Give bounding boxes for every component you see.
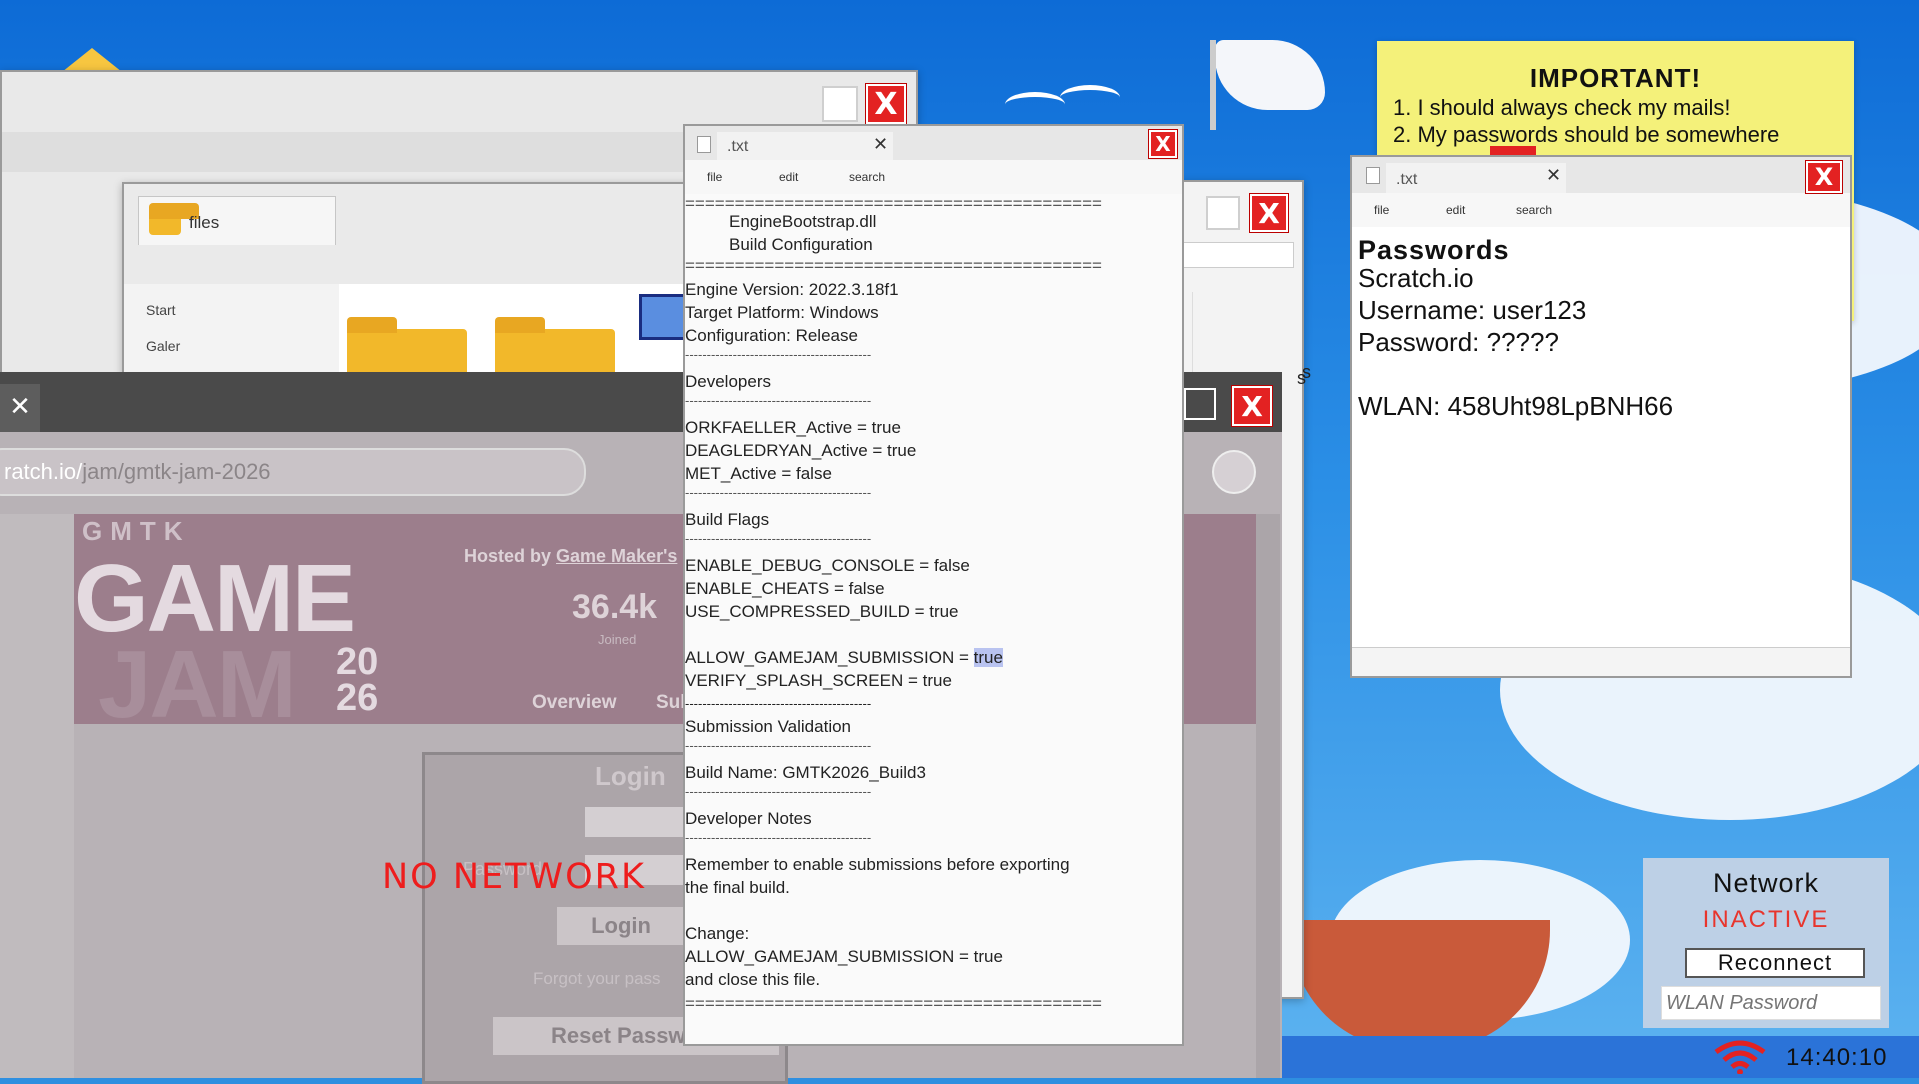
close-button[interactable]: X (1806, 161, 1842, 193)
joined-label: Joined (598, 632, 637, 647)
file-icon (697, 136, 711, 153)
dev-line-2: DEAGLEDRYAN_Active = true (685, 441, 917, 460)
cat-ears-decoration (62, 48, 122, 72)
tab-close-icon[interactable]: ✕ (1546, 165, 1561, 186)
close-button[interactable]: X (866, 84, 906, 124)
wifi-icon[interactable] (1710, 1040, 1770, 1075)
file-content[interactable]: ========================================… (685, 194, 1182, 1044)
passwords-title: Passwords (1358, 235, 1510, 265)
bird-decoration (1060, 85, 1120, 110)
config-title-1: EngineBootstrap.dll (729, 212, 877, 231)
nav-submissions[interactable]: Sul (656, 692, 686, 714)
no-network-message: NO NETWORK (382, 857, 646, 897)
sidebar-item-gallery[interactable]: Galer (146, 338, 180, 354)
close-button[interactable]: X (1149, 130, 1177, 158)
menu-edit[interactable]: edit (779, 170, 798, 184)
passwords-text-window: .txt ✕ X file edit search Passwords Scra… (1350, 155, 1852, 678)
tab-files[interactable]: files (138, 196, 336, 245)
ship-mast-decoration (1210, 40, 1216, 130)
build-name: Build Name: GMTK2026_Build3 (685, 763, 926, 782)
address-bar[interactable]: ratch.io/jam/gmtk-jam-2026 (0, 448, 586, 496)
config-text-window: .txt ✕ X file edit search ==============… (683, 124, 1184, 1046)
tab-label: files (189, 213, 220, 232)
file-tab[interactable]: .txt ✕ (717, 132, 893, 160)
file-tab-label: .txt (1396, 171, 1418, 188)
sticky-line-1: 1. I should always check my mails! (1393, 95, 1731, 120)
year-logo: 20 26 (336, 641, 379, 719)
maximize-button[interactable] (1184, 388, 1216, 420)
network-widget: Network INACTIVE Reconnect (1643, 858, 1889, 1028)
build-flags-header: Build Flags (685, 510, 770, 529)
developers-header: Developers (685, 372, 771, 391)
sidebar: Start Galer (124, 284, 339, 384)
flag-line-5: VERIFY_SPLASH_SCREEN = true (685, 671, 952, 690)
config-title-2: Build Configuration (729, 235, 873, 254)
network-title: Network (1712, 868, 1820, 898)
hosted-by: Hosted by Game Maker's (464, 546, 678, 566)
address-path: jam/gmtk-jam-2026 (82, 459, 271, 484)
change-line-1: ALLOW_GAMEJAM_SUBMISSION = true (685, 947, 1003, 966)
sticky-title: IMPORTANT! (1529, 63, 1702, 93)
engine-version: Engine Version: 2022.3.18f1 (685, 280, 899, 299)
notes-header: Developer Notes (685, 809, 812, 828)
menu-search[interactable]: search (1516, 203, 1552, 217)
change-line-2: and close this file. (685, 970, 821, 989)
sticky-line-2: 2. My passwords should be somewhere (1393, 122, 1780, 147)
hosted-link[interactable]: Game Maker's (556, 546, 677, 566)
configuration: Configuration: Release (685, 326, 858, 345)
wlan-password-input[interactable] (1661, 986, 1881, 1020)
tab-close-icon[interactable]: ✕ (0, 384, 40, 432)
change-label: Change: (685, 924, 750, 943)
password-line: Password: ????? (1358, 327, 1559, 357)
forgot-password-link[interactable]: Forgot your pass (533, 969, 661, 989)
address-host: ratch.io/ (4, 459, 83, 484)
validation-header: Submission Validation (685, 717, 851, 736)
network-status: INACTIVE (1702, 906, 1830, 933)
reconnect-button[interactable]: Reconnect (1685, 948, 1865, 978)
flag-line-4: ALLOW_GAMEJAM_SUBMISSION = true (685, 648, 1003, 667)
target-platform: Target Platform: Windows (685, 303, 879, 322)
site-line: Scratch.io (1358, 263, 1474, 293)
taskbar: 14:40:10 (1282, 1036, 1919, 1078)
flag-line-1: ENABLE_DEBUG_CONSOLE = false (685, 556, 970, 575)
close-button[interactable]: X (1232, 386, 1272, 426)
close-button[interactable]: X (1250, 194, 1288, 232)
note-line-1: Remember to enable submissions before ex… (685, 855, 1070, 874)
wlan-line: WLAN: 458Uht98LpBNH66 (1358, 391, 1674, 421)
window-header: .txt ✕ X (685, 126, 1182, 160)
note-line-2: the final build. (685, 878, 790, 897)
gmtk-logo: GMTK (82, 516, 191, 546)
joined-count: 36.4k (572, 588, 658, 626)
tab-close-icon[interactable]: ✕ (873, 134, 888, 155)
folder-icon (149, 203, 199, 235)
dev-line-1: ORKFAELLER_Active = true (685, 418, 901, 437)
window-header: .txt ✕ X (1352, 157, 1850, 193)
file-tab[interactable]: .txt ✕ (1386, 163, 1566, 193)
menu-search[interactable]: search (849, 170, 885, 184)
login-button[interactable]: Login (557, 907, 685, 945)
maximize-button[interactable] (1206, 196, 1240, 230)
selected-text[interactable]: true (973, 648, 1003, 667)
menu-file[interactable]: file (1374, 203, 1389, 217)
user-avatar-icon[interactable] (1212, 450, 1256, 494)
sidebar-item-start[interactable]: Start (146, 302, 176, 318)
bird-decoration (1005, 92, 1065, 117)
nav-overview[interactable]: Overview (532, 692, 617, 714)
scrollbar[interactable] (1256, 514, 1280, 1078)
file-tab-label: .txt (727, 138, 749, 155)
flag-line-2: ENABLE_CHEATS = false (685, 579, 885, 598)
menu-edit[interactable]: edit (1446, 203, 1465, 217)
background-window-text: s (1297, 368, 1306, 388)
flag-line-3: USE_COMPRESSED_BUILD = true (685, 602, 959, 621)
clock: 14:40:10 (1786, 1044, 1888, 1071)
status-bar (1352, 647, 1850, 676)
maximize-button[interactable] (822, 86, 858, 122)
menu-file[interactable]: file (707, 170, 722, 184)
username-line: Username: user123 (1358, 295, 1587, 325)
login-title: Login (595, 761, 666, 791)
file-icon (1366, 167, 1380, 184)
file-content[interactable]: Passwords Scratch.io Username: user123 P… (1352, 227, 1850, 647)
dev-line-3: MET_Active = false (685, 464, 832, 483)
